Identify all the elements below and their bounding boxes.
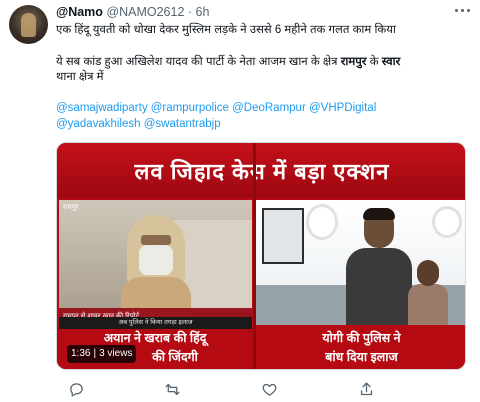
- share-icon[interactable]: [358, 381, 382, 399]
- video-player[interactable]: लव जिहाद केस में बड़ा एक्शन रामपुर रामपु…: [56, 142, 466, 370]
- more-icon[interactable]: [452, 2, 472, 18]
- video-banner: लव जिहाद केस में बड़ा एक्शन: [57, 143, 465, 198]
- tweet-text-line: एक हिंदू युवती को धोखा देकर मुस्लिम लड़क…: [56, 24, 396, 36]
- text-segment: ये सब कांड हुआ अखिलेश यादव की पार्टी के …: [56, 56, 341, 68]
- video-duration-badge: 1:36 | 3 views: [67, 345, 137, 363]
- tweet-text-line: ये सब कांड हुआ अखिलेश यादव की पार्टी के …: [56, 55, 400, 70]
- strip-text: अयान ने खराब की हिंदू: [103, 331, 207, 345]
- tweet-card[interactable]: @Namo @NAMO2612 · 6h एक हिंदू युवती को ध…: [0, 0, 480, 402]
- timestamp[interactable]: 6h: [196, 5, 210, 19]
- user-handle[interactable]: @NAMO2612: [106, 5, 184, 19]
- bold-text: स्वार: [381, 56, 401, 68]
- mention-links[interactable]: @yadavakhilesh @swatantrabjp: [56, 117, 221, 132]
- tweet-actions: [56, 381, 436, 399]
- text-segment: के: [366, 56, 382, 68]
- banner-text: लव जिहाद केस में बड़ा एक्शन: [134, 159, 390, 184]
- display-name[interactable]: @Namo: [56, 5, 103, 19]
- background-person: [408, 260, 448, 325]
- police-officer: [346, 208, 416, 325]
- like-icon[interactable]: [261, 381, 285, 399]
- tweet-text-line: थाना क्षेत्र में: [56, 71, 104, 83]
- retweet-icon[interactable]: [164, 381, 188, 399]
- reply-icon[interactable]: [68, 381, 92, 399]
- avatar[interactable]: [9, 5, 48, 44]
- view-count: 3 views: [99, 348, 133, 359]
- strip-text: योगी की पुलिस ने: [322, 331, 401, 345]
- location-tag: रामपुर: [63, 204, 79, 211]
- strip-text: बांध दिया इलाज: [325, 350, 398, 364]
- panel-divider: [253, 143, 256, 369]
- mention-links[interactable]: @samajwadiparty @rampurpolice @DeoRampur…: [56, 101, 376, 116]
- video-panel-left: रामपुर रामपुर से शावर खान की रिपोर्ट: [59, 200, 252, 325]
- tweet-header: @Namo @NAMO2612 · 6h: [56, 4, 209, 20]
- duration: 1:36: [71, 348, 91, 359]
- separator-dot: ·: [187, 5, 193, 19]
- video-panel-right: [256, 200, 465, 325]
- bold-text: रामपुर: [340, 56, 367, 68]
